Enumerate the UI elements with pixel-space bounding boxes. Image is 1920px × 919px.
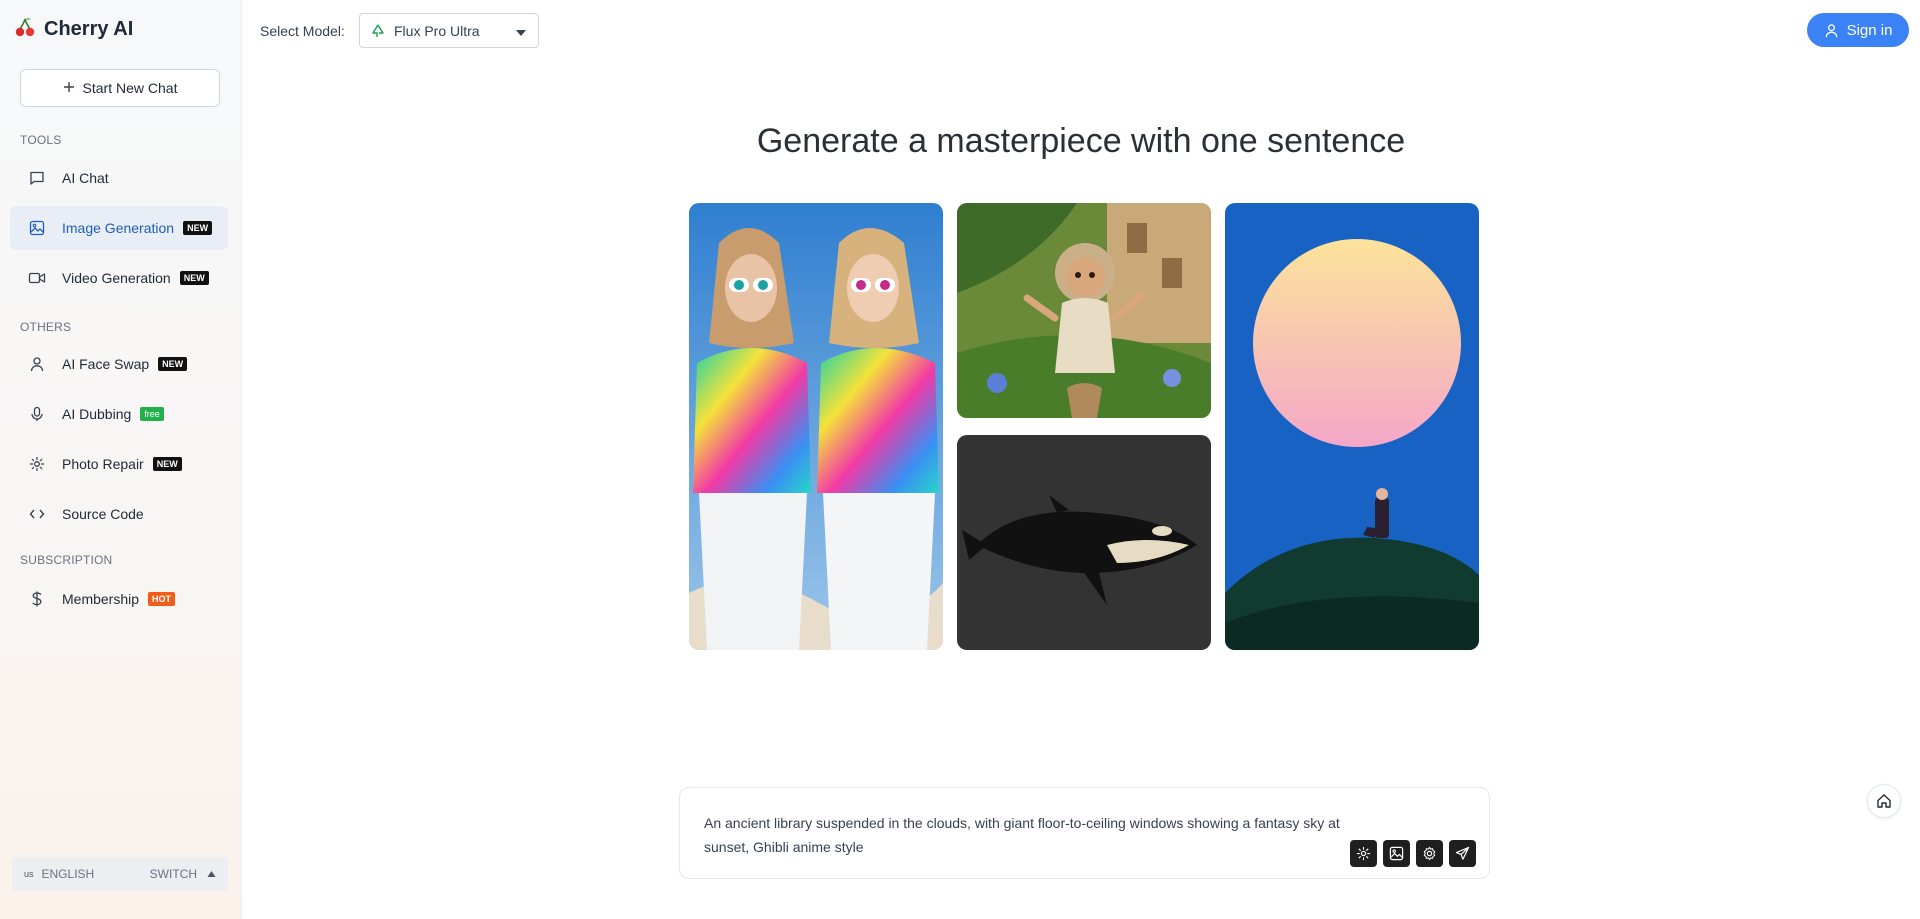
sidebar-item-source-code[interactable]: Source Code — [10, 492, 228, 536]
us-flag-icon: us — [24, 869, 34, 879]
settings-button[interactable] — [1416, 840, 1443, 867]
sidebar-item-ai-face-swap[interactable]: AI Face Swap NEW — [10, 342, 228, 386]
sidebar-item-ai-chat[interactable]: AI Chat — [10, 156, 228, 200]
sidebar-item-label: AI Chat — [62, 170, 109, 186]
sidebar-item-photo-repair[interactable]: Photo Repair NEW — [10, 442, 228, 486]
new-badge: NEW — [158, 357, 188, 371]
sidebar-item-label: Image Generation — [62, 220, 175, 236]
plus-icon — [63, 80, 75, 96]
user-icon — [1824, 23, 1839, 38]
new-badge: NEW — [152, 457, 182, 471]
sidebar-item-label: Source Code — [62, 506, 144, 522]
gallery-image-cartoon-child[interactable] — [957, 203, 1211, 418]
language-bar[interactable]: us ENGLISH SWITCH — [12, 857, 228, 891]
section-label-tools: TOOLS — [20, 133, 62, 147]
sparkle-icon — [1356, 846, 1371, 861]
microphone-icon — [28, 405, 46, 423]
model-select-value: Flux Pro Ultra — [394, 22, 480, 39]
send-button[interactable] — [1449, 840, 1476, 867]
language-label: ENGLISH — [41, 867, 95, 881]
home-button[interactable] — [1867, 784, 1901, 818]
new-badge: NEW — [179, 271, 209, 285]
dollar-icon — [28, 590, 46, 608]
cherry-icon — [14, 16, 36, 43]
select-model-label: Select Model: — [260, 23, 345, 39]
home-icon — [1876, 793, 1892, 809]
page-headline: Generate a masterpiece with one sentence — [756, 122, 1406, 160]
sidebar-item-label: AI Face Swap — [62, 356, 150, 372]
brand-name: Cherry AI — [44, 18, 134, 40]
hot-badge: HOT — [148, 592, 176, 606]
sign-in-button[interactable]: Sign in — [1807, 13, 1909, 47]
sidebar-item-image-generation[interactable]: Image Generation NEW — [10, 206, 228, 250]
start-new-chat-label: Start New Chat — [82, 80, 178, 96]
free-badge: free — [140, 407, 164, 421]
section-label-others: OTHERS — [20, 320, 72, 334]
sidebar-item-video-generation[interactable]: Video Generation NEW — [10, 256, 228, 300]
new-badge: NEW — [183, 221, 213, 235]
video-icon — [28, 269, 46, 287]
caret-up-icon[interactable] — [207, 867, 216, 881]
user-icon — [28, 355, 46, 373]
sidebar-item-membership[interactable]: Membership HOT — [10, 577, 228, 621]
sidebar: Cherry AI Start New Chat TOOLS AI Chat I… — [0, 0, 242, 919]
image-icon — [1389, 846, 1404, 861]
model-select[interactable]: Flux Pro Ultra — [359, 13, 539, 48]
prompt-box[interactable]: An ancient library suspended in the clou… — [679, 787, 1490, 879]
gallery-image-moon-figure[interactable] — [1225, 203, 1479, 650]
sidebar-item-label: Photo Repair — [62, 456, 144, 472]
sidebar-item-label: Video Generation — [62, 270, 171, 286]
language-switch-button[interactable]: SWITCH — [150, 867, 197, 881]
sidebar-item-label: Membership — [62, 591, 140, 607]
section-label-subscription: SUBSCRIPTION — [20, 553, 113, 567]
image-icon — [28, 219, 46, 237]
sidebar-item-label: AI Dubbing — [62, 406, 132, 422]
enhance-prompt-button[interactable] — [1350, 840, 1377, 867]
brand[interactable]: Cherry AI — [14, 16, 133, 43]
chat-icon — [28, 169, 46, 187]
flux-model-icon — [372, 24, 384, 38]
upload-image-button[interactable] — [1383, 840, 1410, 867]
gallery-image-orca[interactable] — [957, 435, 1211, 650]
chevron-down-icon — [516, 23, 526, 39]
code-icon — [28, 505, 46, 523]
gear-icon — [1422, 846, 1437, 861]
gallery-image-fashion[interactable] — [689, 203, 943, 650]
prompt-input[interactable]: An ancient library suspended in the clou… — [704, 811, 1384, 859]
sidebar-item-ai-dubbing[interactable]: AI Dubbing free — [10, 392, 228, 436]
sign-in-label: Sign in — [1846, 21, 1893, 39]
start-new-chat-button[interactable]: Start New Chat — [20, 69, 220, 107]
send-icon — [1455, 846, 1470, 861]
sparkle-icon — [28, 455, 46, 473]
